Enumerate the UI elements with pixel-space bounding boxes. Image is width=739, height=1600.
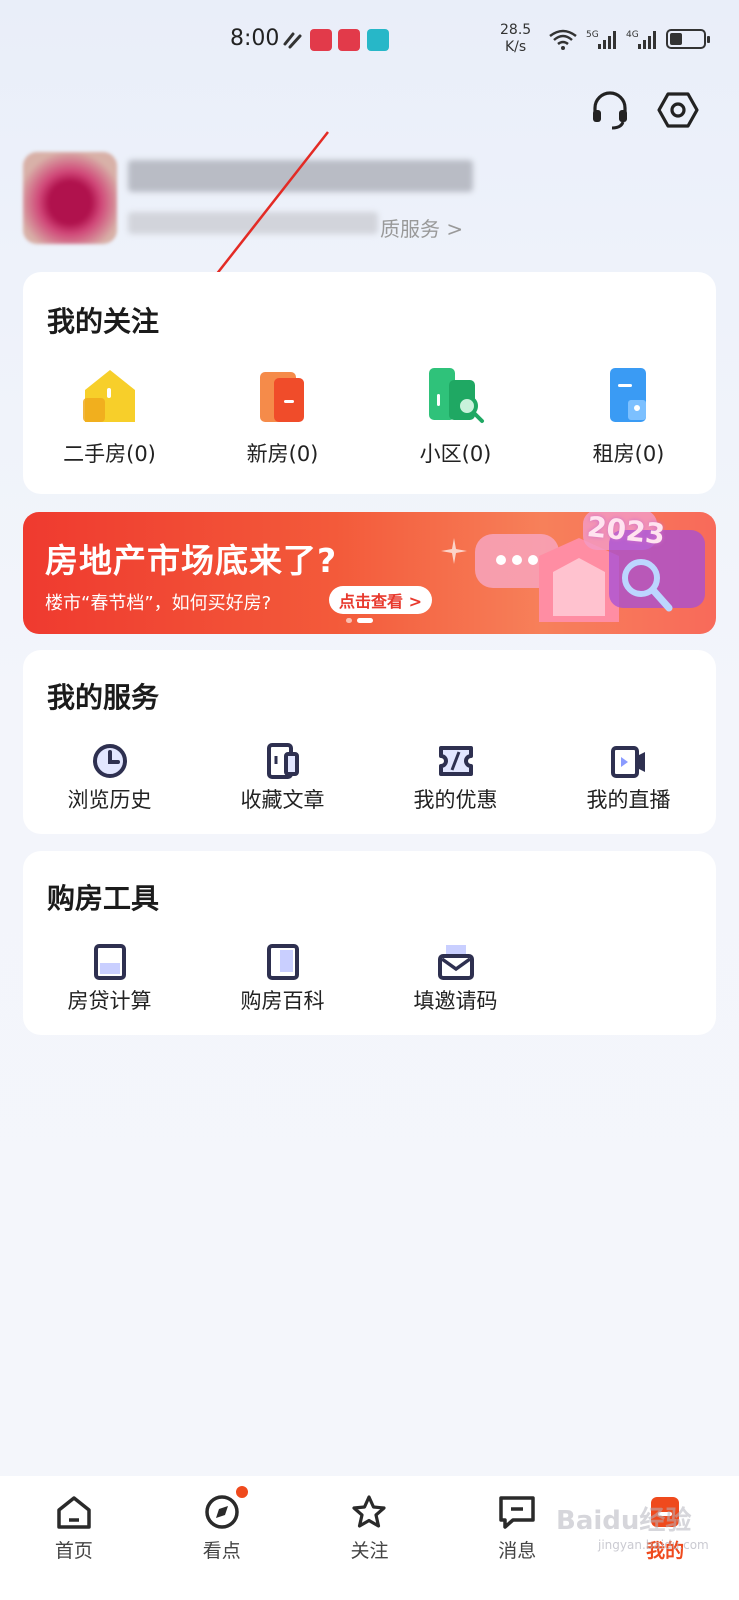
services-title: 我的服务 [47, 681, 160, 714]
clock-icon [92, 744, 127, 778]
buy-tools-card: 购房工具 房贷计算 购房百科 填邀请码 [23, 851, 716, 1035]
tab-highlights[interactable]: 看点 [148, 1476, 296, 1600]
tool-encyclopedia[interactable]: 购房百科 [196, 943, 369, 1015]
service-coupons[interactable]: 我的优惠 [369, 742, 542, 814]
follow-rental[interactable]: 租房(0) [542, 364, 715, 468]
sparkle-icon [441, 538, 467, 564]
service-history[interactable]: 浏览历史 [23, 742, 196, 814]
tab-follow[interactable]: 关注 [296, 1476, 444, 1600]
my-services-card: 我的服务 浏览历史 收藏文章 我的优惠 我的直播 [23, 650, 716, 834]
rental-icon [609, 368, 646, 422]
invite-envelope-icon [437, 945, 474, 980]
second-hand-house-icon [82, 370, 135, 422]
tools-title: 购房工具 [47, 882, 160, 915]
follow-community[interactable]: 小区(0) [369, 364, 542, 468]
home-icon [57, 1496, 91, 1529]
tool-invite-code[interactable]: 填邀请码 [369, 943, 542, 1015]
message-icon [499, 1496, 536, 1529]
tool-mortgage-calculator[interactable]: 房贷计算 [23, 943, 196, 1015]
watermark: Baidu经验 [556, 1506, 692, 1536]
my-follow-card: 我的关注 二手房(0) 新房(0) 小区(0) 租房(0) [23, 272, 716, 494]
banner-subtitle: 楼市“春节档”，如何买好房? [45, 593, 272, 614]
tab-home[interactable]: 首页 [0, 1476, 148, 1600]
banner-cta-button[interactable]: 点击查看 > [329, 586, 432, 614]
banner-title: 房地产市场底来了? [45, 541, 338, 580]
compass-icon [204, 1495, 239, 1529]
tab-messages[interactable]: 消息 [443, 1476, 591, 1600]
bookmark-article-icon [266, 743, 299, 779]
new-house-icon [259, 372, 304, 422]
coupon-icon [438, 746, 473, 776]
star-icon [352, 1495, 387, 1528]
service-live[interactable]: 我的直播 [542, 742, 715, 814]
banner-pagination [346, 618, 373, 623]
watermark-url: jingyan.baidu.com [598, 1538, 709, 1552]
community-search-icon [428, 368, 484, 423]
promo-banner[interactable]: 房地产市场底来了? 楼市“春节档”，如何买好房? 点击查看 > 2023 [23, 512, 716, 634]
calculator-icon [93, 944, 126, 980]
follow-title: 我的关注 [47, 305, 160, 338]
service-saved-articles[interactable]: 收藏文章 [196, 742, 369, 814]
follow-second-hand[interactable]: 二手房(0) [23, 364, 196, 468]
follow-new-house[interactable]: 新房(0) [196, 364, 369, 468]
live-video-icon [610, 746, 645, 778]
encyclopedia-icon [266, 944, 299, 980]
notification-dot [233, 1484, 250, 1500]
